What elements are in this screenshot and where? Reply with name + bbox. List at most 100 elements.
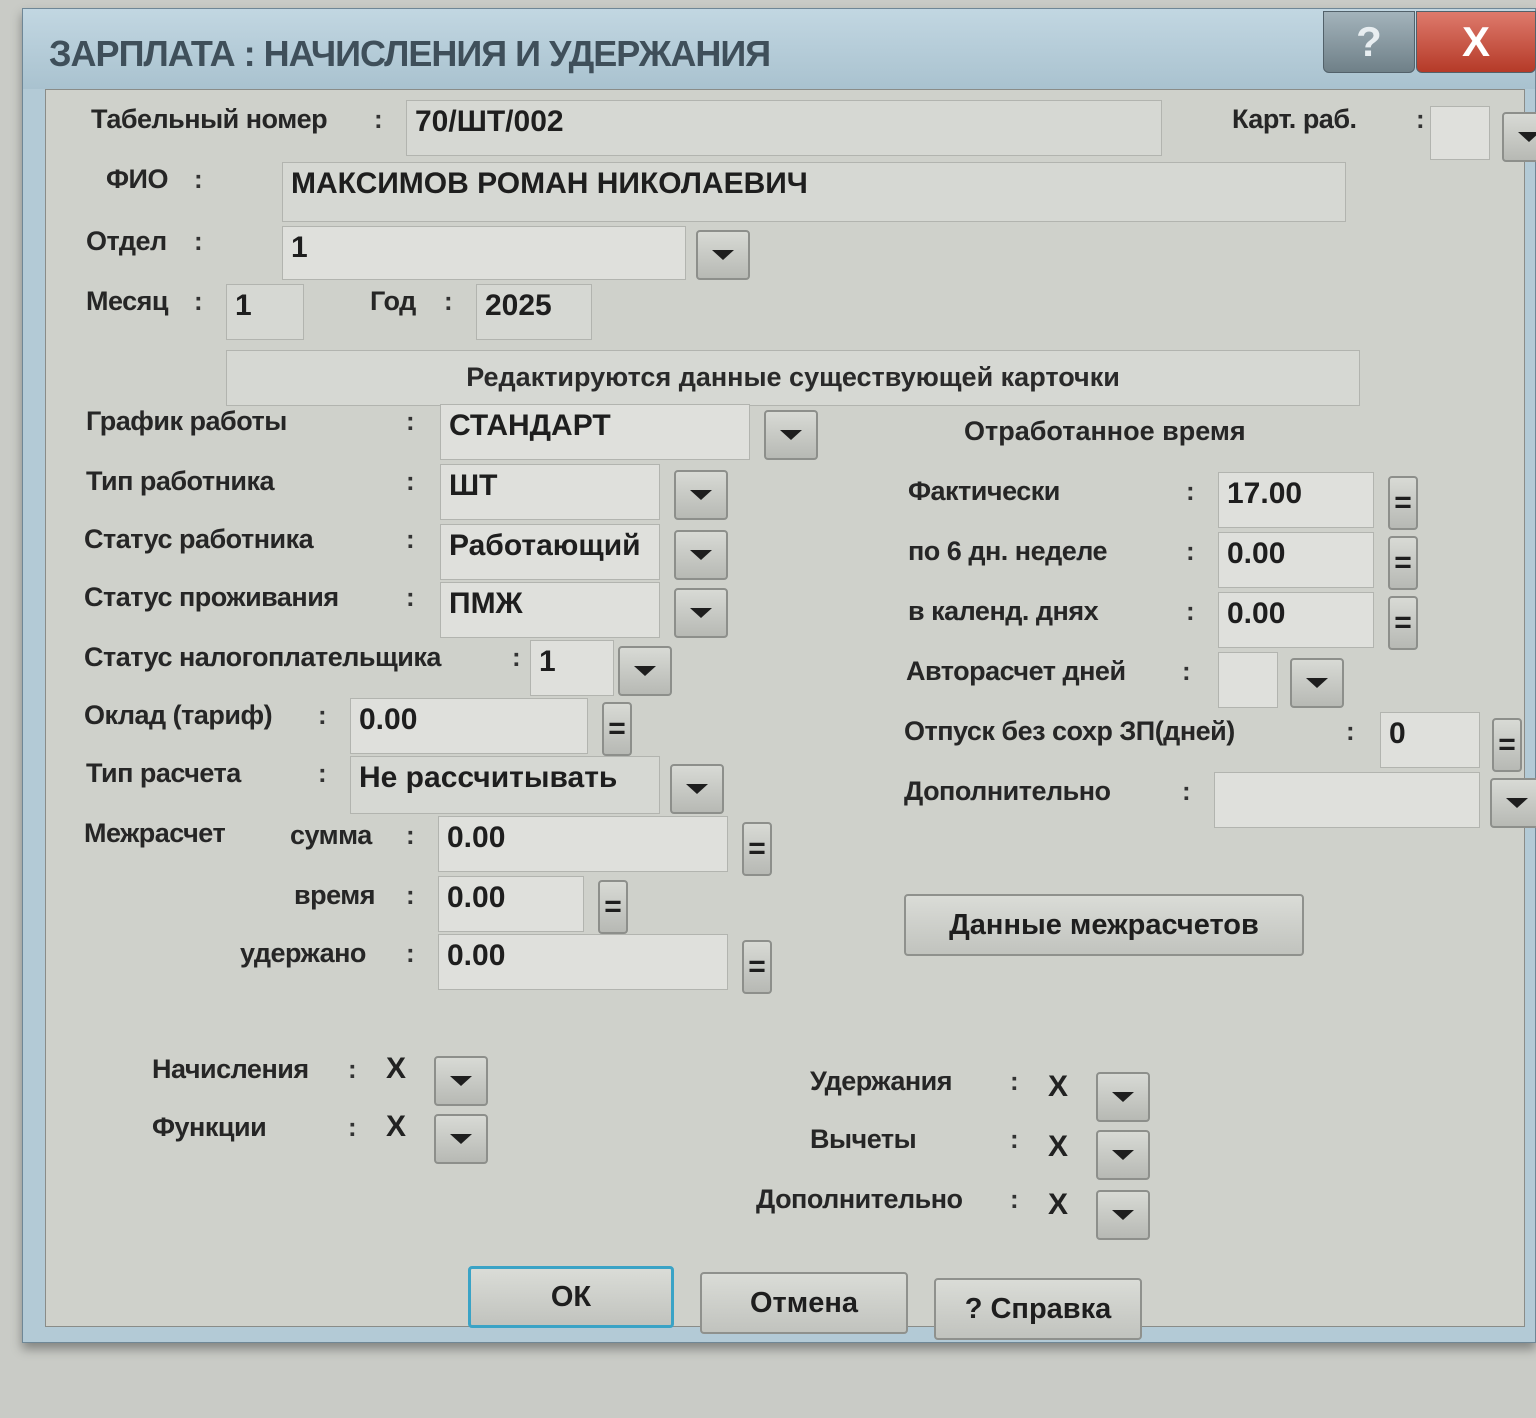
calendar-days-field[interactable]: 0.00 xyxy=(1218,592,1374,648)
bottom-additional-dropdown-button[interactable] xyxy=(1096,1190,1150,1240)
intercalc-withheld-label: удержано xyxy=(240,938,366,968)
equals-icon: = xyxy=(608,712,626,745)
unpaid-leave-calc-button[interactable]: = xyxy=(1492,718,1522,772)
colon: : xyxy=(374,104,383,134)
chevron-down-icon xyxy=(712,250,734,260)
withholdings-dropdown-button[interactable] xyxy=(1096,1072,1150,1122)
intercalc-data-button[interactable]: Данные межрасчетов xyxy=(904,894,1304,956)
actual-field[interactable]: 17.00 xyxy=(1218,472,1374,528)
taxpayer-status-field[interactable]: 1 xyxy=(530,640,614,696)
calendar-days-label: в календ. днях xyxy=(908,596,1099,626)
calc-type-field[interactable]: Не рассчитывать xyxy=(350,756,660,814)
salary-calc-button[interactable]: = xyxy=(602,702,632,756)
help-button[interactable]: ? Справка xyxy=(934,1278,1142,1340)
unpaid-leave-field[interactable]: 0 xyxy=(1380,712,1480,768)
salary-field[interactable]: 0.00 xyxy=(350,698,588,754)
accruals-value: X xyxy=(386,1052,407,1085)
intercalc-time-field[interactable]: 0.00 xyxy=(438,876,584,932)
accruals-dropdown-button[interactable] xyxy=(434,1056,488,1106)
colon: : xyxy=(406,406,415,436)
cancel-button[interactable]: Отмена xyxy=(700,1272,908,1334)
worked-additional-dropdown-button[interactable] xyxy=(1490,778,1536,828)
schedule-dropdown-button[interactable] xyxy=(764,410,818,460)
chevron-down-icon xyxy=(686,784,708,794)
chevron-down-icon xyxy=(1112,1150,1134,1160)
intercalc-withheld-calc-button[interactable]: = xyxy=(742,940,772,994)
worker-status-dropdown-button[interactable] xyxy=(674,530,728,580)
card-field[interactable] xyxy=(1430,106,1490,160)
chevron-down-icon xyxy=(1306,678,1328,688)
six-day-week-field[interactable]: 0.00 xyxy=(1218,532,1374,588)
taxpayer-status-dropdown-button[interactable] xyxy=(618,646,672,696)
question-icon: ? xyxy=(1356,18,1382,65)
worker-type-field[interactable]: ШТ xyxy=(440,464,660,520)
department-field[interactable]: 1 xyxy=(282,226,686,280)
colon: : xyxy=(1182,656,1191,686)
worked-additional-field[interactable] xyxy=(1214,772,1480,828)
colon: : xyxy=(444,286,453,316)
tab-number-field[interactable]: 70/ШТ/002 xyxy=(406,100,1162,156)
chevron-down-icon xyxy=(634,666,656,676)
colon: : xyxy=(348,1054,357,1084)
residence-status-field[interactable]: ПМЖ xyxy=(440,582,660,638)
chevron-down-icon xyxy=(690,550,712,560)
calc-type-dropdown-button[interactable] xyxy=(670,764,724,814)
colon: : xyxy=(1010,1124,1019,1154)
help-title-button[interactable]: ? xyxy=(1323,11,1415,73)
card-dropdown-button[interactable] xyxy=(1502,112,1536,162)
title-bar[interactable]: ЗАРПЛАТА : НАЧИСЛЕНИЯ И УДЕРЖАНИЯ ? X xyxy=(23,9,1536,89)
month-field[interactable]: 1 xyxy=(226,284,304,340)
residence-status-dropdown-button[interactable] xyxy=(674,588,728,638)
schedule-field[interactable]: СТАНДАРТ xyxy=(440,404,750,460)
fio-field[interactable]: МАКСИМОВ РОМАН НИКОЛАЕВИЧ xyxy=(282,162,1346,222)
deductions-dropdown-button[interactable] xyxy=(1096,1130,1150,1180)
worker-type-label: Тип работника xyxy=(86,466,275,496)
intercalc-sum-field[interactable]: 0.00 xyxy=(438,816,728,872)
worker-type-dropdown-button[interactable] xyxy=(674,470,728,520)
calendar-days-calc-button[interactable]: = xyxy=(1388,596,1418,650)
bottom-additional-label: Дополнительно xyxy=(756,1184,963,1214)
equals-icon: = xyxy=(1394,606,1412,639)
equals-icon: = xyxy=(748,832,766,865)
colon: : xyxy=(1010,1184,1019,1214)
deductions-label: Вычеты xyxy=(810,1124,917,1154)
six-day-week-calc-button[interactable]: = xyxy=(1388,536,1418,590)
auto-days-dropdown-button[interactable] xyxy=(1290,658,1344,708)
auto-days-label: Авторасчет дней xyxy=(906,656,1126,686)
colon: : xyxy=(194,226,203,256)
worker-status-field[interactable]: Работающий xyxy=(440,524,660,580)
fio-label: ФИО xyxy=(106,164,168,194)
colon: : xyxy=(1186,536,1195,566)
colon: : xyxy=(348,1112,357,1142)
colon: : xyxy=(1346,716,1355,746)
year-field[interactable]: 2025 xyxy=(476,284,592,340)
equals-icon: = xyxy=(604,890,622,923)
equals-icon: = xyxy=(1394,486,1412,519)
intercalc-withheld-field[interactable]: 0.00 xyxy=(438,934,728,990)
ok-button[interactable]: ОК xyxy=(468,1266,674,1328)
dialog-window: ЗАРПЛАТА : НАЧИСЛЕНИЯ И УДЕРЖАНИЯ ? X Та… xyxy=(22,8,1536,1343)
close-button[interactable]: X xyxy=(1416,11,1536,73)
intercalc-sum-calc-button[interactable]: = xyxy=(742,822,772,876)
equals-icon: = xyxy=(1498,728,1516,761)
withholdings-value: X xyxy=(1048,1070,1069,1103)
actual-calc-button[interactable]: = xyxy=(1388,476,1418,530)
worked-time-title: Отработанное время xyxy=(964,416,1246,446)
close-icon: X xyxy=(1461,18,1490,65)
colon: : xyxy=(406,524,415,554)
chevron-down-icon xyxy=(1112,1210,1134,1220)
chevron-down-icon xyxy=(1506,798,1528,808)
colon: : xyxy=(1186,596,1195,626)
colon: : xyxy=(318,700,327,730)
year-label: Год xyxy=(370,286,416,316)
month-label: Месяц xyxy=(86,286,169,316)
functions-dropdown-button[interactable] xyxy=(434,1114,488,1164)
auto-days-field[interactable] xyxy=(1218,652,1278,708)
status-banner: Редактируются данные существующей карточ… xyxy=(226,350,1360,406)
department-dropdown-button[interactable] xyxy=(696,230,750,280)
colon: : xyxy=(318,758,327,788)
intercalc-time-calc-button[interactable]: = xyxy=(598,880,628,934)
chevron-down-icon xyxy=(780,430,802,440)
chevron-down-icon xyxy=(690,608,712,618)
chevron-down-icon xyxy=(690,490,712,500)
